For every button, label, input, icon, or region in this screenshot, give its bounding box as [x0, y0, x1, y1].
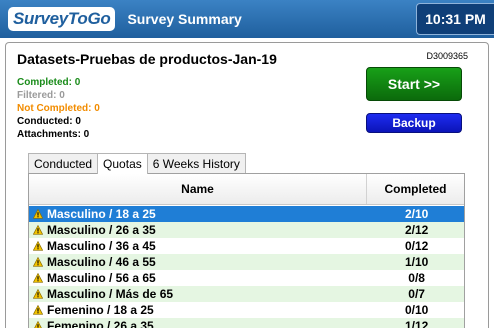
tab-conducted[interactable]: Conducted: [28, 153, 99, 173]
column-header-completed[interactable]: Completed: [367, 174, 464, 204]
row-completed: 2/10: [404, 207, 429, 221]
stat-conducted: Conducted: 0: [17, 116, 81, 127]
stat-completed: Completed: 0: [17, 77, 81, 88]
quotas-table: Name Completed Masculino / 18 a 25 2/10 Ma…: [28, 173, 465, 328]
row-name: Masculino / 26 a 35: [47, 223, 156, 237]
table-row[interactable]: Femenino / 18 a 25 0/10: [29, 302, 464, 318]
warning-icon: [33, 257, 43, 267]
warning-icon: [33, 305, 43, 315]
row-name: Femenino / 26 a 35: [47, 319, 154, 328]
page-title: Survey Summary: [127, 11, 242, 27]
tab-bar: Conducted Quotas 6 Weeks History: [28, 153, 246, 174]
row-name: Masculino / 46 a 55: [47, 255, 156, 269]
table-row[interactable]: Masculino / 26 a 35 2/12: [29, 222, 464, 238]
row-name: Masculino / 36 a 45: [47, 239, 156, 253]
table-row[interactable]: Masculino / 46 a 55 1/10: [29, 254, 464, 270]
warning-icon: [33, 273, 43, 283]
row-name: Masculino / Más de 65: [47, 287, 174, 301]
backup-button[interactable]: Backup: [366, 113, 462, 133]
tab-quotas[interactable]: Quotas: [97, 153, 148, 174]
row-completed: 1/12: [404, 319, 429, 328]
column-header-name[interactable]: Name: [29, 174, 367, 204]
dataset-title: Datasets-Pruebas de productos-Jan-19: [17, 51, 277, 67]
row-name: Masculino / 18 a 25: [47, 207, 156, 221]
table-row[interactable]: Masculino / 36 a 45 0/12: [29, 238, 464, 254]
title-bar: SurveyToGo Survey Summary 10:31 PM: [0, 0, 494, 38]
stat-not-completed: Not Completed: 0: [17, 103, 100, 114]
row-completed: 1/10: [404, 255, 429, 269]
stat-filtered: Filtered: 0: [17, 90, 65, 101]
tab-6-weeks-history[interactable]: 6 Weeks History: [146, 153, 246, 173]
warning-icon: [33, 289, 43, 299]
warning-icon: [33, 321, 43, 328]
row-completed: 0/10: [404, 303, 429, 317]
stat-attachments: Attachments: 0: [17, 129, 90, 140]
table-row[interactable]: Masculino / Más de 65 0/7: [29, 286, 464, 302]
warning-icon: [33, 241, 43, 251]
warning-icon: [33, 225, 43, 235]
clock: 10:31 PM: [416, 3, 494, 35]
row-name: Femenino / 18 a 25: [47, 303, 154, 317]
start-button[interactable]: Start >>: [366, 67, 462, 101]
table-body: Masculino / 18 a 25 2/10 Masculino / 26 a …: [29, 206, 464, 328]
row-name: Masculino / 56 a 65: [47, 271, 156, 285]
row-completed: 0/7: [408, 287, 425, 301]
row-completed: 0/8: [408, 271, 425, 285]
row-completed: 0/12: [404, 239, 429, 253]
dataset-id: D3009365: [426, 51, 468, 61]
survey-summary-panel: Datasets-Pruebas de productos-Jan-19 D30…: [5, 42, 489, 328]
row-completed: 2/12: [404, 223, 429, 237]
warning-icon: [33, 209, 43, 219]
app-logo: SurveyToGo: [8, 7, 116, 31]
table-row[interactable]: Femenino / 26 a 35 1/12: [29, 318, 464, 328]
table-row[interactable]: Masculino / 56 a 65 0/8: [29, 270, 464, 286]
table-row[interactable]: Masculino / 18 a 25 2/10: [29, 206, 464, 222]
table-header: Name Completed: [29, 174, 464, 205]
